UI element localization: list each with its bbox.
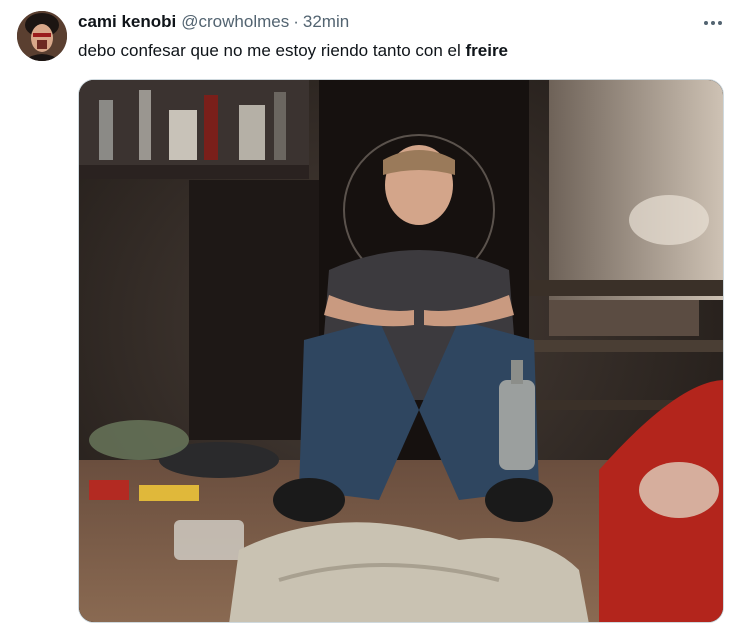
separator-dot: · — [293, 12, 299, 31]
more-horizontal-icon — [704, 21, 722, 25]
avatar-image — [17, 11, 67, 61]
tweet-media-image[interactable] — [78, 79, 724, 623]
display-name[interactable]: cami kenobi — [78, 12, 176, 32]
tweet-text: debo confesar que no me estoy riendo tan… — [78, 40, 508, 62]
tweet: cami kenobi @crowholmes · 32min debo con… — [0, 0, 741, 626]
avatar[interactable] — [17, 11, 67, 61]
timestamp[interactable]: 32min — [303, 12, 349, 32]
user-handle[interactable]: @crowholmes — [181, 12, 289, 32]
more-options-button[interactable] — [698, 10, 728, 36]
tweet-text-bold: freire — [465, 41, 509, 60]
tweet-text-body: debo confesar que no me estoy riendo tan… — [78, 41, 466, 60]
tweet-header: cami kenobi @crowholmes · 32min — [78, 12, 349, 34]
media-photo — [79, 80, 723, 622]
